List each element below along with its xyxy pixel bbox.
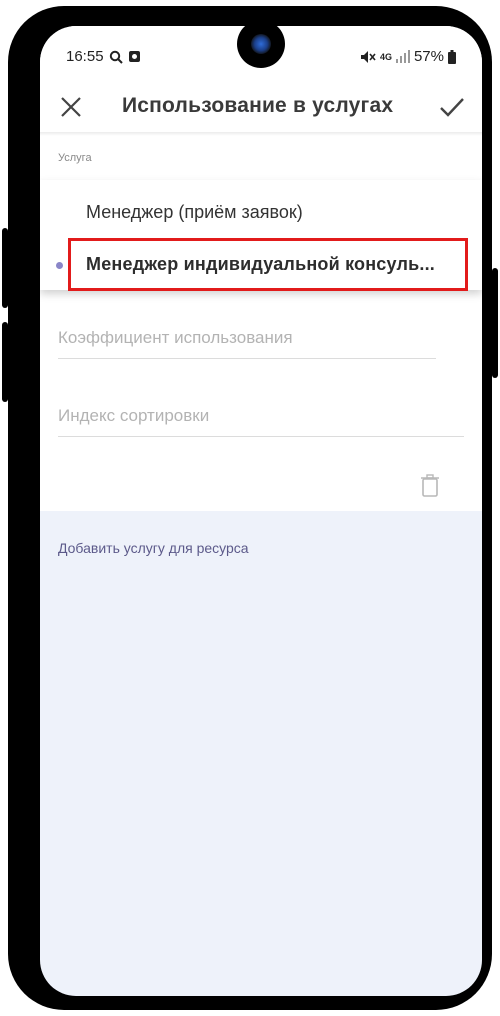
mute-icon xyxy=(360,50,376,63)
status-time: 16:55 xyxy=(66,48,104,65)
dropdown-item-manager-requests[interactable]: Менеджер (приём заявок) xyxy=(86,202,303,223)
highlight-box xyxy=(68,238,468,291)
app-bar-divider xyxy=(40,132,482,136)
trash-icon[interactable] xyxy=(420,474,440,498)
notification-icon xyxy=(128,51,140,62)
selected-indicator-dot xyxy=(56,262,63,269)
coefficient-underline xyxy=(58,358,436,359)
form-panel: 16:55 4G 57% Использование в услугах Усл… xyxy=(40,26,482,511)
check-icon[interactable] xyxy=(438,94,466,120)
service-label: Услуга xyxy=(58,152,92,164)
battery-percent: 57% xyxy=(413,48,444,65)
network-type: 4G xyxy=(379,51,392,62)
app-bar: Использование в услугах xyxy=(40,84,482,132)
sort-index-underline xyxy=(58,436,464,437)
camera-lens xyxy=(251,34,271,54)
front-camera xyxy=(237,20,285,68)
side-button-left xyxy=(2,322,8,402)
sort-index-input[interactable]: Индекс сортировки xyxy=(58,406,209,426)
search-icon xyxy=(109,50,123,64)
signal-icon xyxy=(395,50,410,63)
status-right: 4G 57% xyxy=(360,48,456,65)
close-icon[interactable] xyxy=(58,94,84,120)
add-service-link[interactable]: Добавить услугу для ресурса xyxy=(58,540,249,556)
screen: 16:55 4G 57% Использование в услугах Усл… xyxy=(40,26,482,996)
phone-frame: 16:55 4G 57% Использование в услугах Усл… xyxy=(2,6,498,1010)
volume-button xyxy=(2,228,8,308)
battery-icon xyxy=(448,49,456,64)
status-left: 16:55 xyxy=(66,48,141,65)
power-button xyxy=(492,268,498,378)
coefficient-input[interactable]: Коэффициент использования xyxy=(58,328,293,348)
page-title: Использование в услугах xyxy=(122,94,394,117)
